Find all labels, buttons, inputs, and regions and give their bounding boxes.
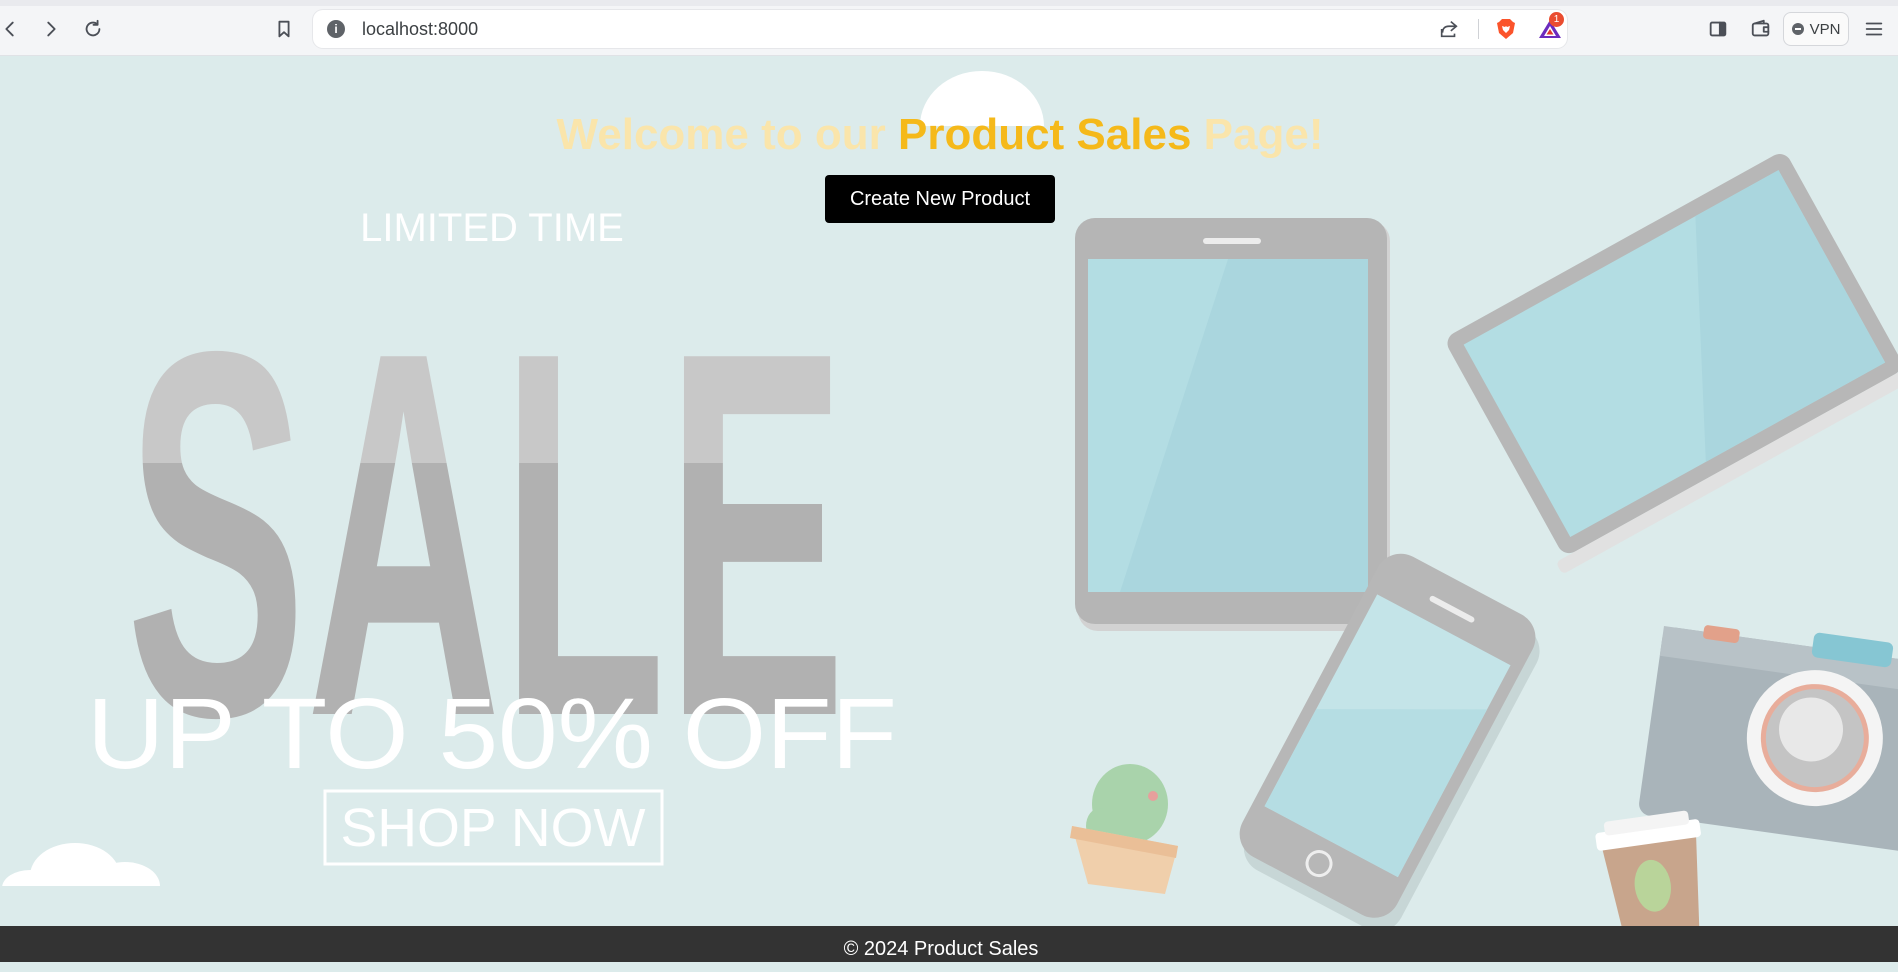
vpn-button[interactable]: VPN	[1783, 12, 1849, 46]
title-suffix: Page!	[1191, 110, 1324, 159]
reload-icon	[85, 19, 101, 37]
share-icon	[1440, 21, 1458, 38]
reload-button[interactable]	[78, 14, 108, 44]
page-content: LIMITED TIME SALE SALE UP TO 50% OFF SHO…	[0, 56, 1898, 926]
footer: © 2024 Product Sales	[0, 926, 1898, 962]
cactus-illustration	[1070, 764, 1178, 894]
sidebar-button[interactable]	[1703, 14, 1733, 44]
laptop-illustration	[1447, 154, 1898, 573]
rewards-badge: 1	[1549, 12, 1564, 27]
bookmark-icon	[278, 20, 290, 38]
share-button[interactable]	[1438, 18, 1460, 45]
menu-icon	[1865, 22, 1883, 36]
address-bar[interactable]: i 1	[313, 10, 1567, 48]
wallet-icon	[1751, 19, 1770, 37]
menu-button[interactable]	[1859, 14, 1889, 44]
forward-icon	[47, 21, 56, 37]
footer-copyright: © 2024 Product Sales	[843, 938, 1039, 960]
divider	[1478, 19, 1479, 39]
tablet-illustration	[1075, 218, 1390, 631]
info-icon[interactable]: i	[327, 20, 345, 38]
discount-text: UP TO 50% OFF	[87, 678, 897, 790]
title-prefix: Welcome to our	[556, 110, 898, 159]
cloud-bottom-left	[0, 843, 170, 911]
create-new-product-button[interactable]: Create New Product	[825, 175, 1055, 223]
page-title: Welcome to our Product Sales Page!	[0, 110, 1880, 160]
forward-button[interactable]	[36, 14, 66, 44]
vpn-label: VPN	[1809, 20, 1841, 38]
limited-time-text: LIMITED TIME	[360, 206, 624, 250]
back-icon	[5, 21, 14, 37]
wallet-button[interactable]	[1746, 14, 1776, 44]
url-input[interactable]	[362, 10, 1402, 48]
vpn-icon	[1791, 23, 1804, 35]
back-button[interactable]	[0, 14, 25, 44]
browser-toolbar: i 1 VPN	[0, 0, 1898, 56]
bookmark-button[interactable]	[269, 14, 299, 44]
brave-lion-icon[interactable]	[1494, 17, 1518, 41]
coffee-cup-illustration	[1595, 810, 1701, 926]
tab-strip-edge	[0, 0, 1898, 6]
shop-now-text: SHOP NOW	[341, 798, 646, 858]
title-highlight: Product Sales	[897, 110, 1192, 159]
sidebar-icon	[1709, 21, 1727, 37]
